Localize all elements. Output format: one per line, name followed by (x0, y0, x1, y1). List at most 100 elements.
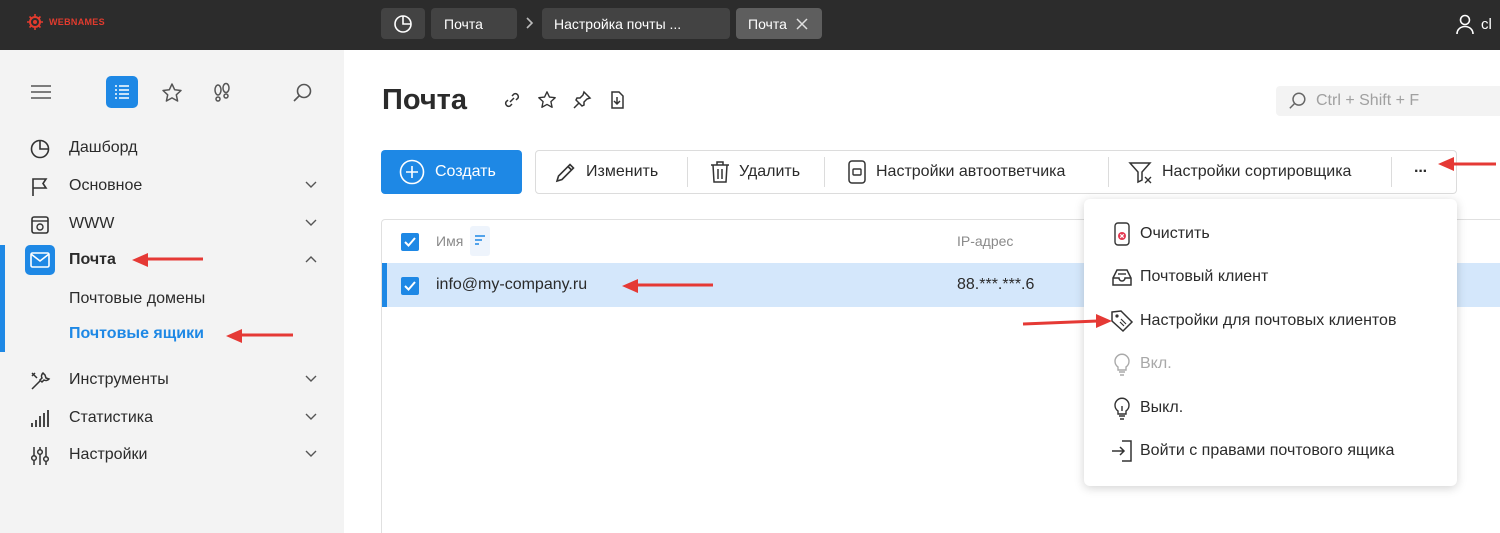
mailbox-name-cell: info@my-company.ru (436, 276, 588, 293)
sorter-settings-button[interactable]: Настройки сортировщика (1128, 151, 1351, 193)
bar-chart-icon (28, 407, 52, 431)
menu-item-label: Вкл. (1140, 355, 1172, 372)
menu-item-label: Настройки для почтовых клиентов (1140, 312, 1397, 329)
sidebar-item-label: Дашборд (69, 139, 138, 156)
toolbar-divider (1108, 157, 1109, 187)
bulb-icon (1110, 396, 1134, 420)
home-tab[interactable] (381, 8, 425, 39)
pin-icon[interactable] (572, 90, 592, 110)
sidebar-item-label: Основное (69, 177, 143, 194)
star-icon[interactable] (537, 90, 557, 110)
dashboard-icon (394, 14, 412, 33)
action-toolbar: Изменить Удалить Настройки автоответчика… (535, 150, 1457, 194)
logo[interactable]: WEBNAMES (26, 13, 105, 31)
www-settings-icon (28, 213, 52, 237)
sidebar: Дашборд Основное WWW Почта Почтовые доме… (0, 50, 344, 533)
search-icon (1289, 92, 1306, 109)
sidebar-item-label: Статистика (69, 409, 154, 426)
footprints-icon[interactable] (211, 82, 233, 104)
flag-icon (28, 175, 52, 199)
chevron-right-icon (526, 17, 534, 29)
menu-item-mail-client[interactable]: Почтовый клиент (1084, 260, 1457, 294)
title-actions (502, 90, 627, 110)
chevron-down-icon (305, 450, 317, 457)
bulb-off-icon (1110, 352, 1134, 376)
clear-mailbox-icon (1110, 222, 1134, 246)
sidebar-subitem-mailboxes[interactable]: Почтовые ящики (69, 325, 204, 343)
sidebar-item-settings[interactable]: Настройки (0, 437, 344, 473)
tab-mail-settings[interactable]: Настройка почты ... (542, 8, 730, 39)
more-actions-menu: Очистить Почтовый клиент Настройки для п… (1084, 199, 1457, 486)
sidebar-item-tools[interactable]: Инструменты (0, 362, 344, 398)
row-selected-indicator (382, 263, 387, 307)
sidebar-item-label: Инструменты (69, 371, 169, 388)
delete-button[interactable]: Удалить (709, 151, 800, 193)
user-name: cl (1481, 15, 1492, 33)
tab-label: Почта (444, 15, 483, 32)
close-icon[interactable] (795, 17, 809, 31)
sidebar-item-statistics[interactable]: Статистика (0, 400, 344, 436)
tab-label: Почта (748, 15, 787, 32)
pencil-icon (555, 163, 575, 183)
sidebar-item-label: Настройки (69, 446, 148, 463)
more-actions-button[interactable]: ··· (1414, 151, 1428, 193)
menu-item-disable[interactable]: Выкл. (1084, 391, 1457, 425)
sidebar-item-www[interactable]: WWW (0, 206, 344, 242)
menu-item-label: Войти с правами почтового ящика (1140, 442, 1395, 459)
toolbar-divider (1391, 157, 1392, 187)
autoresponder-icon (848, 160, 866, 184)
autoresponder-label: Настройки автоответчика (876, 163, 1066, 180)
column-header-name[interactable]: Имя (436, 233, 463, 249)
logo-icon (27, 14, 43, 30)
autoresponder-settings-button[interactable]: Настройки автоответчика (846, 151, 1065, 193)
tab-mail[interactable]: Почта (431, 8, 517, 39)
menu-item-enable[interactable]: Вкл. (1084, 347, 1457, 381)
edit-button[interactable]: Изменить (554, 151, 658, 193)
link-icon[interactable] (502, 90, 522, 110)
create-label: Создать (435, 163, 496, 180)
chevron-down-icon (305, 219, 317, 226)
hamburger-icon[interactable] (30, 84, 52, 100)
logo-text: WEBNAMES (49, 17, 105, 27)
menu-item-label: Почтовый клиент (1140, 268, 1269, 285)
chevron-down-icon (305, 181, 317, 188)
sort-icon[interactable] (470, 226, 490, 256)
check-icon (404, 281, 416, 291)
row-checkbox[interactable] (401, 277, 419, 295)
user-menu[interactable]: cl (1455, 13, 1492, 35)
trash-icon (711, 161, 729, 183)
filter-icon (1128, 162, 1152, 184)
tab-mail-current[interactable]: Почта (736, 8, 822, 39)
search-icon[interactable] (292, 82, 314, 104)
star-icon[interactable] (161, 82, 183, 104)
select-all-checkbox[interactable] (401, 233, 419, 251)
global-search[interactable] (1276, 86, 1500, 116)
list-icon (115, 85, 129, 99)
more-icon: ··· (1414, 163, 1428, 180)
menu-item-clear[interactable]: Очистить (1084, 217, 1457, 251)
tools-icon (28, 369, 52, 393)
edit-label: Изменить (586, 163, 659, 180)
mail-icon (25, 245, 55, 275)
create-button[interactable]: Создать (381, 150, 522, 194)
plus-circle-icon (399, 159, 425, 185)
toolbar-divider (687, 157, 688, 187)
menu-list-button[interactable] (106, 76, 138, 108)
column-header-ip[interactable]: IP-адрес (957, 233, 1013, 249)
login-icon (1110, 439, 1134, 463)
sidebar-item-basic[interactable]: Основное (0, 168, 344, 204)
sidebar-item-label: Почта (69, 251, 116, 268)
sorter-label: Настройки сортировщика (1162, 163, 1352, 180)
search-input[interactable] (1316, 92, 1496, 110)
download-doc-icon[interactable] (607, 90, 627, 110)
sidebar-item-label: WWW (69, 215, 115, 232)
mail-client-icon (1110, 265, 1134, 289)
sidebar-item-dashboard[interactable]: Дашборд (0, 130, 344, 166)
dashboard-icon (28, 137, 52, 161)
sidebar-item-mail[interactable]: Почта (0, 242, 344, 278)
menu-item-client-settings[interactable]: Настройки для почтовых клиентов (1084, 304, 1457, 338)
sidebar-subitem-mail-domains[interactable]: Почтовые домены (69, 290, 205, 308)
page-title: Почта (382, 84, 468, 116)
check-icon (404, 237, 416, 247)
menu-item-login-as-mailbox[interactable]: Войти с правами почтового ящика (1084, 434, 1457, 468)
